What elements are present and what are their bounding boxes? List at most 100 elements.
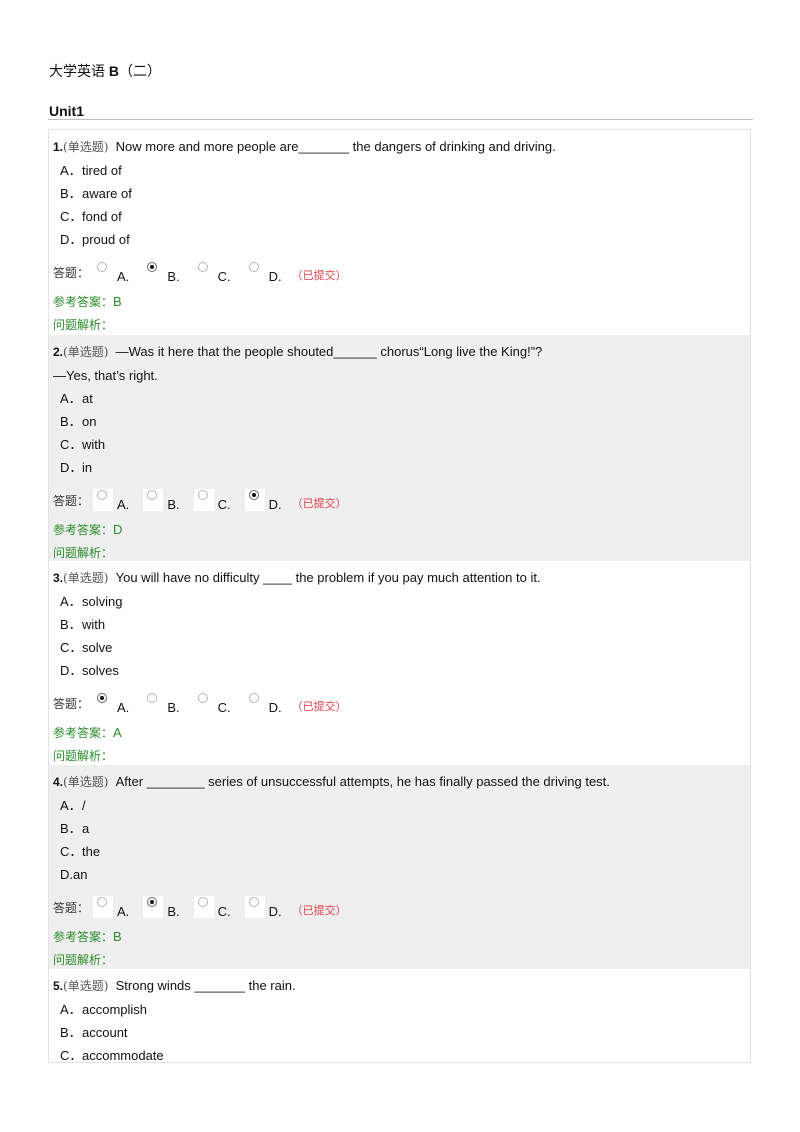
radio-container	[93, 896, 114, 918]
radio-container	[194, 261, 214, 283]
reference-value: A	[113, 725, 122, 740]
question-text: After ________ series of unsuccessful at…	[115, 774, 610, 789]
choice-label: D.	[268, 269, 282, 284]
option-item: C．solve	[53, 636, 750, 659]
radio-option-d[interactable]	[248, 897, 259, 907]
option-item: D.an	[53, 863, 750, 886]
question-continuation: —Yes, that’s right.	[53, 368, 158, 383]
submitted-status: （已提交）	[291, 269, 347, 282]
option-text: in	[82, 460, 93, 475]
option-letter: B．	[60, 186, 82, 201]
radio-option-b[interactable]	[147, 693, 158, 703]
radio-option-a[interactable]	[97, 897, 108, 907]
choice-label: C.	[217, 700, 231, 715]
option-letter: A．	[60, 798, 82, 813]
choice-label: B.	[167, 700, 180, 715]
explanation: 问题解析：	[53, 314, 750, 337]
radio-option-c[interactable]	[197, 262, 208, 272]
question-list: 1.(单选题) Now more and more people are____…	[48, 129, 751, 1063]
radio-option-a[interactable]	[97, 490, 108, 500]
radio-option-c[interactable]	[197, 693, 208, 703]
question-stem: 2.(单选题) —Was it here that the people sho…	[53, 340, 750, 364]
radio-option-b[interactable]	[147, 490, 158, 500]
option-letter: D．	[60, 663, 83, 678]
question-block: 5.(单选题) Strong winds _______ the rain. A．…	[49, 969, 750, 1063]
question-block: 2.(单选题) —Was it here that the people sho…	[49, 335, 750, 561]
option-text: proud of	[82, 232, 130, 247]
question-number: 4.	[53, 775, 64, 789]
radio-container	[244, 896, 265, 918]
answer-row: 答题： A. B. C. D. （已提交）	[53, 893, 750, 921]
option-text: fond of	[82, 209, 122, 224]
radio-container	[244, 489, 265, 511]
choice-label: A.	[117, 269, 130, 284]
reference-answer: 参考答案：D	[53, 518, 750, 542]
reference-value: B	[113, 929, 122, 944]
question-text: —Was it here that the people shouted____…	[115, 344, 543, 359]
option-text: aware of	[82, 186, 132, 201]
question-text: Strong winds _______ the rain.	[115, 978, 296, 993]
reference-value: B	[113, 294, 122, 309]
radio-option-d[interactable]	[248, 490, 259, 500]
radio-option-d[interactable]	[248, 693, 259, 703]
radio-option-d[interactable]	[248, 262, 259, 272]
question-type: (单选题)	[63, 345, 109, 359]
question-stem: 5.(单选题) Strong winds _______ the rain.	[53, 974, 750, 998]
option-item: D．proud of	[53, 228, 750, 251]
reference-label: 参考答案：	[53, 523, 114, 537]
choice-label: A.	[117, 904, 130, 919]
question-stem: 1.(单选题) Now more and more people are____…	[53, 135, 750, 159]
title-suffix: （二）	[119, 63, 162, 79]
question-block: 4.(单选题) After ________ series of unsucce…	[49, 765, 750, 969]
radio-container	[143, 261, 163, 283]
submitted-status: （已提交）	[291, 700, 347, 713]
reference-value: D	[113, 522, 123, 537]
option-text: solve	[82, 640, 113, 655]
option-text: with	[82, 437, 106, 452]
unit-divider	[48, 119, 753, 120]
option-text: solving	[82, 594, 123, 609]
reference-answer: 参考答案：B	[53, 925, 750, 949]
radio-container	[93, 692, 113, 714]
reference-answer: 参考答案：A	[53, 721, 750, 745]
radio-container	[245, 261, 265, 283]
radio-option-c[interactable]	[197, 897, 208, 907]
option-text: solves	[82, 663, 119, 678]
radio-container	[93, 489, 114, 511]
question-number: 2.	[53, 345, 64, 359]
choice-label: C.	[217, 497, 231, 512]
answer-label: 答题：	[53, 493, 90, 508]
question-number: 1.	[53, 140, 64, 154]
answer-label: 答题：	[53, 900, 90, 915]
question-stem: 3.(单选题) You will have no difficulty ____…	[53, 566, 750, 590]
question-type: (单选题)	[63, 775, 109, 789]
option-letter: C．	[60, 1048, 83, 1063]
radio-container	[93, 261, 113, 283]
radio-option-a[interactable]	[97, 262, 108, 272]
option-letter: B．	[60, 617, 82, 632]
option-text: account	[82, 1025, 128, 1040]
option-letter: A．	[60, 391, 82, 406]
answer-label: 答题：	[53, 696, 90, 711]
choice-label: A.	[117, 700, 130, 715]
option-item: C．accommodate	[53, 1044, 750, 1063]
option-text: accomplish	[82, 1002, 148, 1017]
option-letter: A．	[60, 594, 82, 609]
radio-container	[194, 692, 214, 714]
question-block: 3.(单选题) You will have no difficulty ____…	[49, 561, 750, 765]
reference-label: 参考答案：	[53, 726, 114, 740]
submitted-status: （已提交）	[291, 904, 347, 917]
radio-option-a[interactable]	[97, 693, 108, 703]
question-number: 5.	[53, 979, 64, 993]
option-letter: B．	[60, 821, 82, 836]
option-letter: A．	[60, 1002, 82, 1017]
choice-label: C.	[217, 269, 231, 284]
option-letter: A．	[60, 163, 82, 178]
choice-label: D.	[268, 904, 282, 919]
option-text: on	[82, 414, 97, 429]
option-letter: B．	[60, 414, 82, 429]
radio-option-c[interactable]	[197, 490, 208, 500]
radio-option-b[interactable]	[147, 262, 158, 272]
radio-option-b[interactable]	[147, 897, 158, 907]
answer-row: 答题： A. B. C. D. （已提交）	[53, 486, 750, 514]
